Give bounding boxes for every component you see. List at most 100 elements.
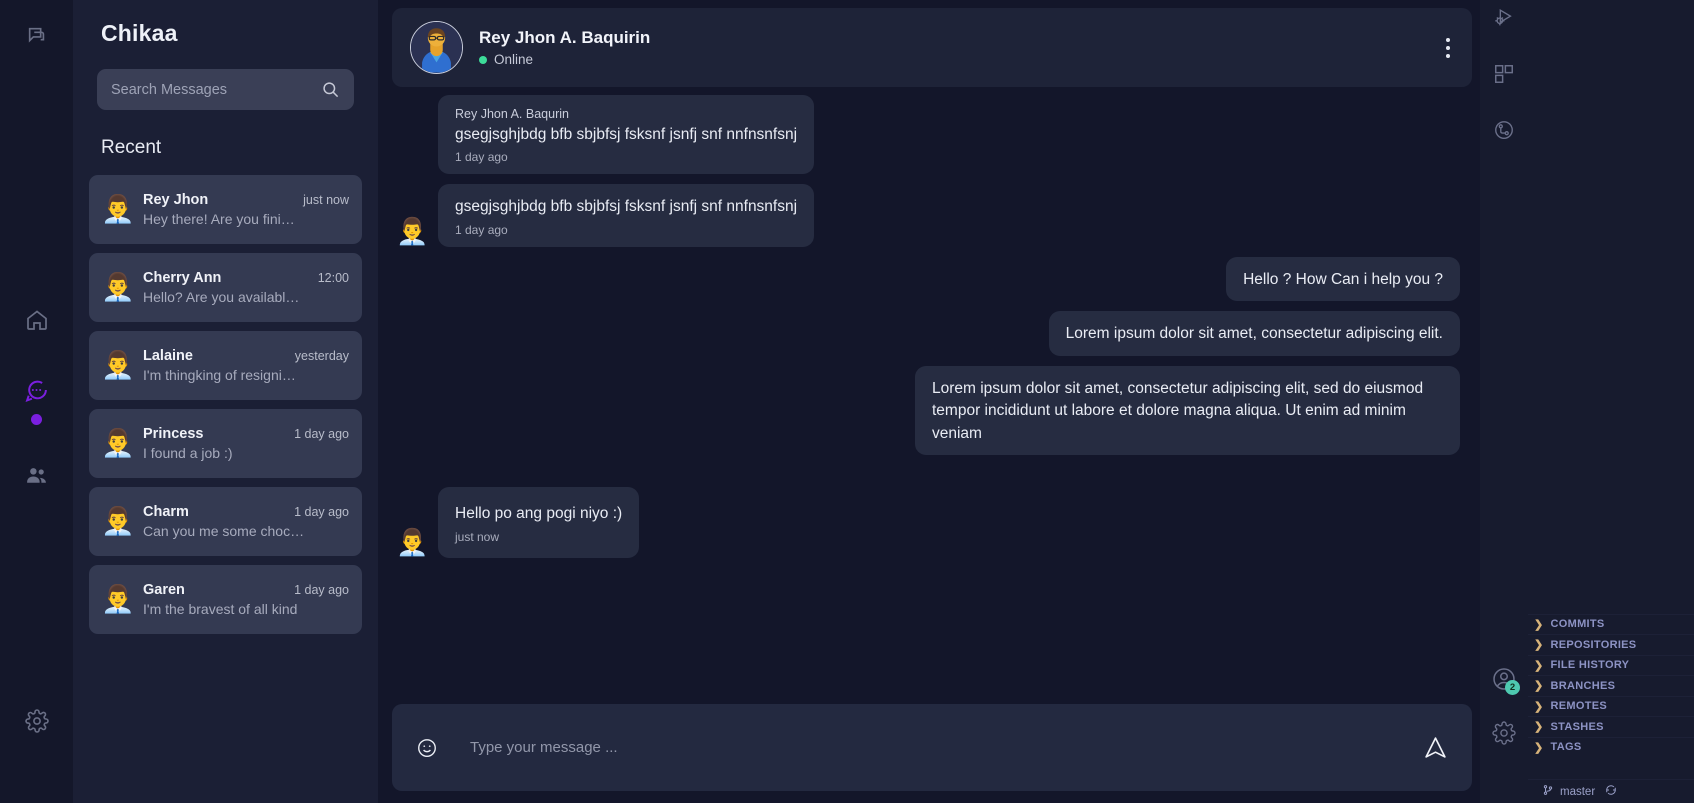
message-bubble-outgoing[interactable]: Lorem ipsum dolor sit amet, consectetur … bbox=[915, 365, 1460, 456]
online-status-dot bbox=[479, 55, 487, 64]
chat-active-indicator bbox=[31, 414, 42, 425]
message-text: Lorem ipsum dolor sit amet, consectetur … bbox=[1065, 325, 1443, 343]
home-rail-icon[interactable] bbox=[17, 300, 57, 340]
scm-section-label: FILE HISTORY bbox=[1550, 659, 1630, 672]
chat-list: 👨‍💼 Rey Jhon just now Hey there! Are you… bbox=[89, 175, 362, 634]
message-bubble-incoming[interactable]: Hello po ang pogi niyo :) just now bbox=[438, 487, 640, 558]
message-time: 1 day ago bbox=[455, 222, 508, 237]
left-icon-rail bbox=[0, 0, 73, 803]
avatar: 👨‍💼 bbox=[101, 584, 135, 614]
message-input[interactable] bbox=[470, 739, 1423, 756]
message-row: Hello ? How Can i help you ? bbox=[396, 256, 1460, 302]
message-bubble-outgoing[interactable]: Lorem ipsum dolor sit amet, consectetur … bbox=[1048, 311, 1460, 356]
chat-list-item-2[interactable]: 👨‍💼 Lalaine yesterday I'm thingking of r… bbox=[89, 331, 362, 400]
chevron-right-icon: ❯ bbox=[1534, 741, 1544, 754]
scm-section-commits[interactable]: ❯ COMMITS bbox=[1528, 613, 1694, 635]
chevron-right-icon: ❯ bbox=[1534, 659, 1544, 672]
chat-list-item-4[interactable]: 👨‍💼 Charm 1 day ago Can you me some choc… bbox=[89, 487, 362, 556]
settings-rail-icon[interactable] bbox=[17, 701, 57, 741]
manage-settings-icon[interactable] bbox=[1480, 709, 1528, 757]
contact-status: Online bbox=[479, 52, 650, 67]
chat-item-name: Garen bbox=[143, 582, 185, 598]
scm-section-label: TAGS bbox=[1550, 741, 1582, 754]
scm-section-file-history[interactable]: ❯ FILE HISTORY bbox=[1528, 654, 1694, 676]
chat-item-texts: Cherry Ann 12:00 Hello? Are you availabl… bbox=[143, 270, 349, 305]
avatar: 👨‍💼 bbox=[101, 506, 135, 536]
activity-bar-bottom: 2 bbox=[1480, 655, 1528, 757]
search-input[interactable] bbox=[111, 81, 321, 98]
scm-section-tags[interactable]: ❯ TAGS bbox=[1528, 736, 1694, 758]
chat-list-item-0[interactable]: 👨‍💼 Rey Jhon just now Hey there! Are you… bbox=[89, 175, 362, 244]
status-bar-branch-label[interactable]: master bbox=[1560, 786, 1595, 798]
send-icon[interactable] bbox=[1423, 735, 1448, 760]
chat-list-item-1[interactable]: 👨‍💼 Cherry Ann 12:00 Hello? Are you avai… bbox=[89, 253, 362, 322]
message-time: 1 day ago bbox=[455, 150, 508, 165]
chat-item-time: yesterday bbox=[294, 349, 349, 363]
chat-item-top-row: Cherry Ann 12:00 bbox=[143, 270, 349, 286]
source-control-icon[interactable] bbox=[1480, 106, 1528, 154]
accounts-button[interactable]: 2 bbox=[1480, 655, 1528, 703]
chat-application: Chikaa Recent 👨‍💼 Rey Jhon just now Hey … bbox=[0, 0, 1694, 803]
emoji-icon[interactable] bbox=[416, 737, 438, 759]
chat-item-top-row: Charm 1 day ago bbox=[143, 504, 349, 520]
scm-section-stashes[interactable]: ❯ STASHES bbox=[1528, 716, 1694, 737]
message-row: Lorem ipsum dolor sit amet, consectetur … bbox=[396, 311, 1460, 356]
source-control-panel: ❯ COMMITS ❯ REPOSITORIES ❯ FILE HISTORY … bbox=[1528, 0, 1694, 803]
messages-rail-icon[interactable] bbox=[17, 16, 57, 56]
chevron-right-icon: ❯ bbox=[1534, 700, 1544, 713]
kebab-dot bbox=[1446, 45, 1450, 50]
chat-rail-icon[interactable] bbox=[17, 370, 57, 410]
chat-item-name: Princess bbox=[143, 426, 204, 442]
run-and-debug-icon[interactable] bbox=[1480, 0, 1528, 42]
contact-meta: Rey Jhon A. Baquirin Online bbox=[479, 28, 650, 67]
scm-section-branches[interactable]: ❯ BRANCHES bbox=[1528, 675, 1694, 696]
activity-bar: 2 bbox=[1480, 0, 1528, 803]
chat-item-name: Cherry Ann bbox=[143, 270, 222, 286]
scm-section-remotes[interactable]: ❯ REMOTES bbox=[1528, 695, 1694, 717]
conversation-options-icon[interactable] bbox=[1446, 37, 1450, 58]
message-bubble-incoming[interactable]: gsegjsghjbdg bfb sbjbfsj fsksnf jsnfj sn… bbox=[438, 184, 815, 247]
scm-section-label: COMMITS bbox=[1550, 618, 1605, 631]
rail-middle-group bbox=[0, 300, 73, 495]
kebab-dot bbox=[1446, 53, 1450, 58]
chat-item-preview: I'm thingking of resigni… bbox=[143, 367, 296, 383]
message-bubble-outgoing[interactable]: Hello ? How Can i help you ? bbox=[1226, 256, 1460, 302]
chat-item-top-row: Lalaine yesterday bbox=[143, 348, 349, 364]
search-icon bbox=[321, 80, 340, 99]
message-avatar: 👨‍💼 bbox=[396, 215, 429, 246]
message-row: 👨 Rey Jhon A. Baqurin gsegjsghjbdg bfb s… bbox=[396, 95, 1460, 175]
chat-item-name: Lalaine bbox=[143, 348, 193, 364]
chat-item-time: 1 day ago bbox=[294, 505, 349, 519]
chat-item-time: 1 day ago bbox=[294, 427, 349, 441]
search-box[interactable] bbox=[97, 69, 354, 110]
conversation-sidebar: Chikaa Recent 👨‍💼 Rey Jhon just now Hey … bbox=[73, 0, 378, 803]
scm-section-list: ❯ COMMITS ❯ REPOSITORIES ❯ FILE HISTORY … bbox=[1528, 613, 1694, 758]
chat-list-item-5[interactable]: 👨‍💼 Garen 1 day ago I'm the bravest of a… bbox=[89, 565, 362, 634]
accounts-badge: 2 bbox=[1505, 680, 1520, 695]
extensions-icon[interactable] bbox=[1480, 50, 1528, 98]
chat-list-item-3[interactable]: 👨‍💼 Princess 1 day ago I found a job :) bbox=[89, 409, 362, 478]
conversation-panel: Rey Jhon A. Baquirin Online 👨 Rey Jhon A… bbox=[378, 0, 1480, 803]
sync-icon[interactable] bbox=[1605, 784, 1617, 799]
app-brand-title: Chikaa bbox=[101, 20, 178, 46]
conversation-header: Rey Jhon A. Baquirin Online bbox=[392, 8, 1472, 87]
chat-item-texts: Princess 1 day ago I found a job :) bbox=[143, 426, 349, 461]
contacts-rail-icon[interactable] bbox=[17, 455, 57, 495]
rail-bottom-group bbox=[0, 701, 73, 741]
message-composer bbox=[392, 704, 1472, 791]
chat-item-texts: Rey Jhon just now Hey there! Are you fin… bbox=[143, 192, 349, 227]
chat-item-preview: I found a job :) bbox=[143, 445, 233, 461]
chevron-right-icon: ❯ bbox=[1534, 680, 1544, 693]
chat-item-texts: Charm 1 day ago Can you me some choc… bbox=[143, 504, 349, 539]
message-bubble-incoming[interactable]: Rey Jhon A. Baqurin gsegjsghjbdg bfb sbj… bbox=[438, 95, 815, 175]
scm-section-repositories[interactable]: ❯ REPOSITORIES bbox=[1528, 634, 1694, 655]
message-text: Hello po ang pogi niyo :) bbox=[455, 505, 623, 523]
avatar: 👨‍💼 bbox=[101, 272, 135, 302]
avatar: 👨‍💼 bbox=[101, 350, 135, 380]
scm-section-label: REMOTES bbox=[1550, 700, 1608, 713]
chat-item-name: Rey Jhon bbox=[143, 192, 209, 208]
message-avatar: 👨‍💼 bbox=[396, 526, 429, 557]
contact-name: Rey Jhon A. Baquirin bbox=[479, 28, 651, 47]
chat-item-preview: I'm the bravest of all kind bbox=[143, 601, 298, 617]
message-text: Hello ? How Can i help you ? bbox=[1243, 270, 1443, 288]
